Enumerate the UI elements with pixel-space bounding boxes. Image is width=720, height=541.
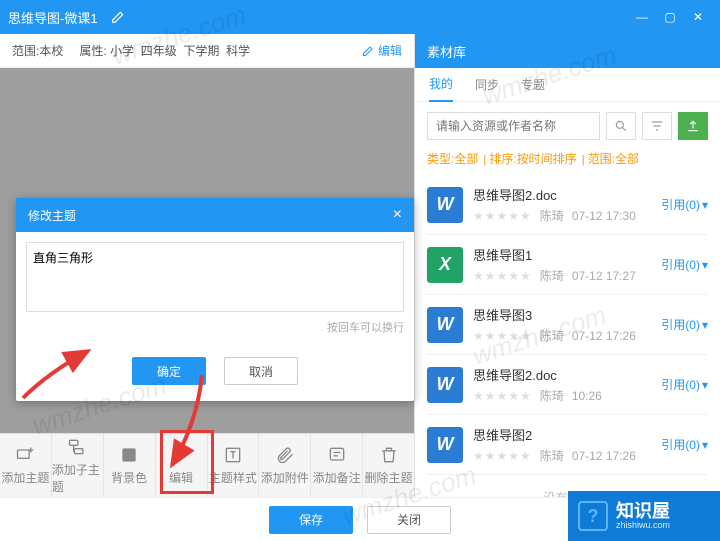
search-button[interactable] [606,112,636,140]
item-meta: ★★★★★陈琦07-12 17:27 [473,267,651,284]
tool-bg-color[interactable]: 背景色 [104,434,156,497]
cite-link[interactable]: 引用(0) ▾ [661,436,708,453]
chevron-down-icon: ▾ [702,438,708,452]
tool-label: 编辑 [169,469,193,486]
word-file-icon: W [427,187,463,223]
tool-label: 添加备注 [313,469,361,486]
library-header: 素材库 [415,34,720,68]
meta-bar: 范围:本校 属性: 小学 四年级 下学期 科学 编辑 [0,34,414,68]
save-button[interactable]: 保存 [269,506,353,534]
close-button[interactable]: 关闭 [367,506,451,534]
resource-list: W 思维导图2.doc ★★★★★陈琦07-12 17:30 引用(0) ▾ X 思维导图… [415,175,720,497]
cite-link[interactable]: 引用(0) ▾ [661,316,708,333]
tool-delete-topic[interactable]: 删除主题 [363,434,414,497]
library-tabs: 我的 同步 专题 [415,68,720,102]
app-title: 思维导图-微课1 [8,8,98,27]
star-rating: ★★★★★ [473,389,532,403]
topic-textarea[interactable] [26,242,404,312]
chevron-down-icon: ▾ [702,378,708,392]
item-meta: ★★★★★陈琦10:26 [473,387,651,404]
tool-label: 背景色 [111,469,147,486]
item-meta: ★★★★★陈琦07-12 17:30 [473,207,651,224]
title-edit-icon[interactable] [110,9,126,25]
brand-name: 知识屋 [616,502,670,520]
dialog-header: 修改主题 × [16,198,414,232]
tool-label: 删除主题 [365,469,413,486]
edit-icon [171,445,191,465]
list-item[interactable]: W 思维导图2 ★★★★★陈琦07-12 17:26 引用(0) ▾ [427,415,708,475]
star-rating: ★★★★★ [473,269,532,283]
list-item[interactable]: W 思维导图3 ★★★★★陈琦07-12 17:26 引用(0) ▾ [427,295,708,355]
list-item[interactable]: X 思维导图1 ★★★★★陈琦07-12 17:27 引用(0) ▾ [427,235,708,295]
filter-button[interactable] [642,112,672,140]
tool-label: 主题样式 [209,469,257,486]
tool-add-subtopic[interactable]: 添加子主题 [52,434,104,497]
topic-style-icon [223,445,243,465]
add-subtopic-icon [67,437,87,457]
item-name: 思维导图1 [473,245,651,264]
add-topic-icon [15,445,35,465]
cancel-button[interactable]: 取消 [224,357,298,385]
search-input[interactable] [427,112,600,140]
tool-edit[interactable]: 编辑 [156,434,208,497]
brand-badge: ? 知识屋 zhishiwu.com [568,491,720,541]
star-rating: ★★★★★ [473,449,532,463]
list-item[interactable]: W 思维导图2.doc ★★★★★陈琦10:26 引用(0) ▾ [427,355,708,415]
chevron-down-icon: ▾ [702,318,708,332]
item-name: 思维导图2.doc [473,185,651,204]
tool-add-attach[interactable]: 添加附件 [259,434,311,497]
word-file-icon: W [427,427,463,463]
tab-mine[interactable]: 我的 [429,67,453,102]
upload-button[interactable] [678,112,708,140]
brand-sub: zhishiwu.com [616,520,670,530]
meta-edit-link[interactable]: 编辑 [362,42,402,59]
delete-topic-icon [379,445,399,465]
star-rating: ★★★★★ [473,209,532,223]
canvas-area: 修改主题 × 按回车可以换行 确定 取消 [0,68,414,433]
tab-sync[interactable]: 同步 [475,68,499,101]
dialog-title: 修改主题 [28,207,76,224]
cite-link[interactable]: 引用(0) ▾ [661,256,708,273]
item-meta: ★★★★★陈琦07-12 17:26 [473,447,651,464]
item-name: 思维导图3 [473,305,651,324]
add-note-icon [327,445,347,465]
star-rating: ★★★★★ [473,329,532,343]
cite-link[interactable]: 引用(0) ▾ [661,376,708,393]
tab-special[interactable]: 专题 [521,68,545,101]
excel-file-icon: X [427,247,463,283]
scope: 范围:本校 [12,42,63,59]
minimize-button[interactable]: — [628,3,656,31]
cite-link[interactable]: 引用(0) ▾ [661,196,708,213]
dialog-close-icon[interactable]: × [393,206,402,224]
add-attach-icon [275,445,295,465]
item-meta: ★★★★★陈琦07-12 17:26 [473,327,651,344]
tool-add-topic[interactable]: 添加主题 [0,434,52,497]
item-name: 思维导图2 [473,425,651,444]
tool-add-note[interactable]: 添加备注 [311,434,363,497]
tool-label: 添加附件 [261,469,309,486]
list-item[interactable]: W 思维导图2.doc ★★★★★陈琦07-12 17:30 引用(0) ▾ [427,175,708,235]
chevron-down-icon: ▾ [702,198,708,212]
brand-icon: ? [578,501,608,531]
bg-color-icon [119,445,139,465]
title-bar: 思维导图-微课1 — ▢ ✕ [0,0,720,34]
tool-label: 添加子主题 [52,461,103,495]
dialog-hint: 按回车可以换行 [26,319,404,335]
tool-label: 添加主题 [1,469,49,486]
close-window-button[interactable]: ✕ [684,3,712,31]
maximize-button[interactable]: ▢ [656,3,684,31]
word-file-icon: W [427,307,463,343]
chevron-down-icon: ▾ [702,258,708,272]
bottom-toolbar: 添加主题添加子主题背景色 编辑主题样式添加附件添加备注删除主题 [0,433,414,497]
word-file-icon: W [427,367,463,403]
filter-summary[interactable]: 类型:全部 | 排序:按时间排序 | 范围:全部 [415,150,720,175]
tool-topic-style[interactable]: 主题样式 [208,434,260,497]
ok-button[interactable]: 确定 [132,357,206,385]
item-name: 思维导图2.doc [473,365,651,384]
edit-topic-dialog: 修改主题 × 按回车可以换行 确定 取消 [16,198,414,401]
attrs: 属性: 小学 四年级 下学期 科学 [79,42,250,59]
